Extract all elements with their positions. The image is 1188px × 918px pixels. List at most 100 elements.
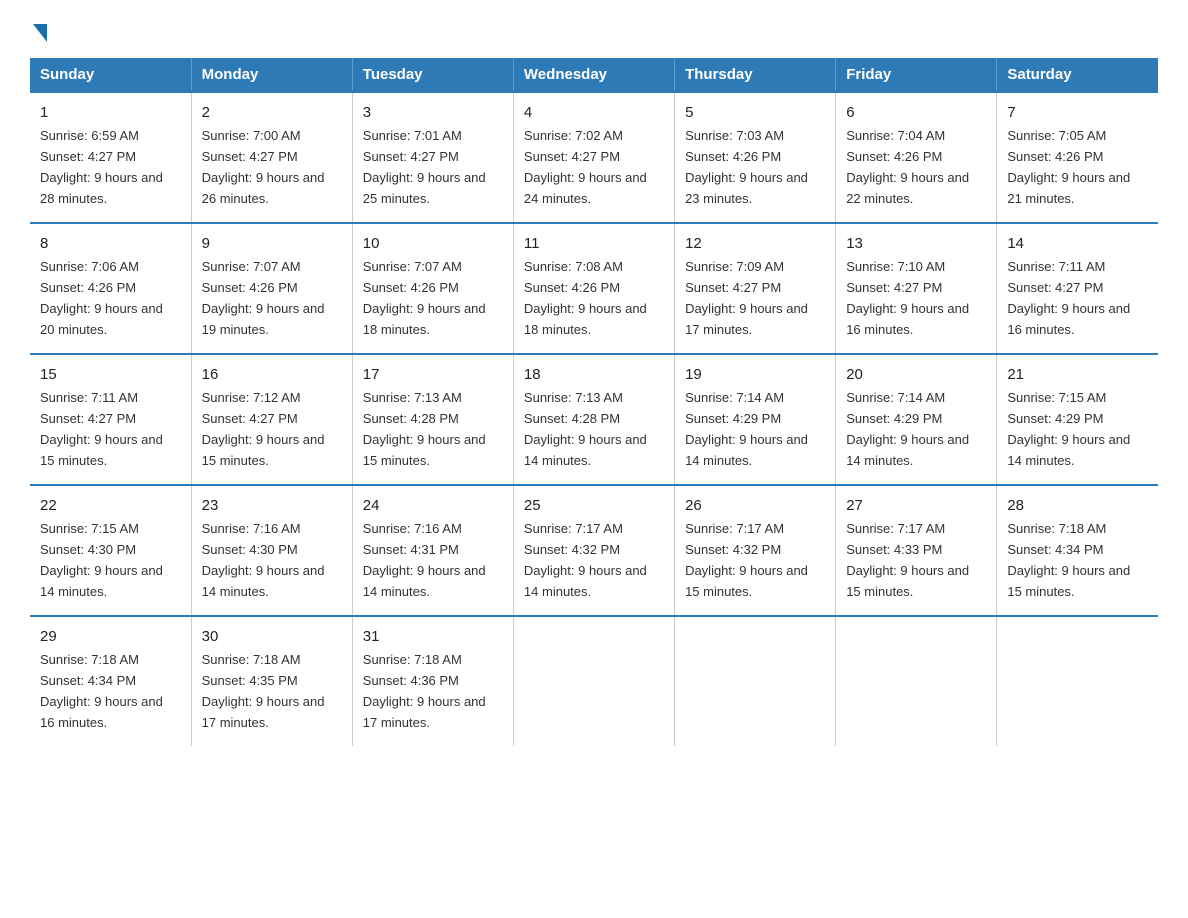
day-daylight: Daylight: 9 hours and 18 minutes. [524,301,647,337]
day-daylight: Daylight: 9 hours and 14 minutes. [846,432,969,468]
day-number: 22 [40,494,181,517]
calendar-cell: 10Sunrise: 7:07 AMSunset: 4:26 PMDayligh… [352,223,513,354]
day-sunset: Sunset: 4:29 PM [685,411,781,426]
calendar-week-row: 1 Sunrise: 6:59 AM Sunset: 4:27 PM Daylight… [30,92,1158,223]
calendar-cell: 29Sunrise: 7:18 AMSunset: 4:34 PMDayligh… [30,616,191,746]
day-sunrise: Sunrise: 7:16 AM [202,521,301,536]
day-sunrise: Sunrise: 7:07 AM [363,259,462,274]
day-number: 3 [363,101,503,124]
day-daylight: Daylight: 9 hours and 14 minutes. [524,432,647,468]
calendar-cell: 24Sunrise: 7:16 AMSunset: 4:31 PMDayligh… [352,485,513,616]
calendar-cell: 9Sunrise: 7:07 AMSunset: 4:26 PMDaylight… [191,223,352,354]
day-sunset: Sunset: 4:36 PM [363,673,459,688]
calendar-cell: 22Sunrise: 7:15 AMSunset: 4:30 PMDayligh… [30,485,191,616]
day-number: 2 [202,101,342,124]
day-daylight: Daylight: 9 hours and 14 minutes. [363,563,486,599]
calendar-cell: 8Sunrise: 7:06 AMSunset: 4:26 PMDaylight… [30,223,191,354]
day-daylight: Daylight: 9 hours and 17 minutes. [363,694,486,730]
calendar-cell: 31Sunrise: 7:18 AMSunset: 4:36 PMDayligh… [352,616,513,746]
day-sunrise: Sunrise: 7:01 AM [363,128,462,143]
calendar-cell: 15Sunrise: 7:11 AMSunset: 4:27 PMDayligh… [30,354,191,485]
day-sunset: Sunset: 4:33 PM [846,542,942,557]
day-number: 1 [40,101,181,124]
day-number: 23 [202,494,342,517]
day-sunrise: Sunrise: 7:15 AM [40,521,139,536]
column-header-wednesday: Wednesday [513,58,674,92]
day-daylight: Daylight: 9 hours and 21 minutes. [1007,170,1130,206]
day-sunset: Sunset: 4:27 PM [846,280,942,295]
day-daylight: Daylight: 9 hours and 19 minutes. [202,301,325,337]
day-sunrise: Sunrise: 7:13 AM [524,390,623,405]
day-sunset: Sunset: 4:26 PM [524,280,620,295]
day-sunrise: Sunrise: 7:02 AM [524,128,623,143]
day-daylight: Daylight: 9 hours and 22 minutes. [846,170,969,206]
day-daylight: Daylight: 9 hours and 16 minutes. [846,301,969,337]
day-sunset: Sunset: 4:26 PM [40,280,136,295]
day-number: 15 [40,363,181,386]
calendar-week-row: 29Sunrise: 7:18 AMSunset: 4:34 PMDayligh… [30,616,1158,746]
calendar-week-row: 8Sunrise: 7:06 AMSunset: 4:26 PMDaylight… [30,223,1158,354]
day-daylight: Daylight: 9 hours and 15 minutes. [40,432,163,468]
calendar-cell: 27Sunrise: 7:17 AMSunset: 4:33 PMDayligh… [836,485,997,616]
day-sunset: Sunset: 4:27 PM [202,411,298,426]
day-number: 11 [524,232,664,255]
calendar-cell: 7Sunrise: 7:05 AMSunset: 4:26 PMDaylight… [997,92,1158,223]
day-daylight: Daylight: 9 hours and 24 minutes. [524,170,647,206]
calendar-header-row: SundayMondayTuesdayWednesdayThursdayFrid… [30,58,1158,92]
day-sunrise: Sunrise: 7:18 AM [1007,521,1106,536]
day-sunset: Sunset: 4:26 PM [685,149,781,164]
day-sunrise: Sunrise: 7:16 AM [363,521,462,536]
day-number: 27 [846,494,986,517]
day-sunset: Sunset: 4:26 PM [1007,149,1103,164]
calendar-table: SundayMondayTuesdayWednesdayThursdayFrid… [30,58,1158,746]
calendar-week-row: 22 Sunrise: 7:15 AM Sunset: 4:30 PM Dayligh… [30,485,1158,616]
day-sunrise: Sunrise: 7:08 AM [524,259,623,274]
calendar-cell [513,616,674,746]
day-number: 17 [363,363,503,386]
day-sunset: Sunset: 4:27 PM [1007,280,1103,295]
day-daylight: Daylight: 9 hours and 17 minutes. [685,301,808,337]
day-number: 29 [40,625,181,648]
day-sunset: Sunset: 4:26 PM [846,149,942,164]
day-sunrise: Sunrise: 7:17 AM [846,521,945,536]
day-sunset: Sunset: 4:35 PM [202,673,298,688]
day-number: 10 [363,232,503,255]
day-daylight: Daylight: 9 hours and 18 minutes. [363,301,486,337]
day-number: 16 [202,363,342,386]
day-daylight: Daylight: 9 hours and 16 minutes. [1007,301,1130,337]
column-header-friday: Friday [836,58,997,92]
day-number: 31 [363,625,503,648]
day-number: 28 [1007,494,1148,517]
day-number: 20 [846,363,986,386]
day-sunrise: Sunrise: 6:59 AM [40,128,139,143]
day-sunrise: Sunrise: 7:18 AM [40,652,139,667]
day-sunset: Sunset: 4:29 PM [846,411,942,426]
day-sunset: Sunset: 4:28 PM [524,411,620,426]
day-sunrise: Sunrise: 7:03 AM [685,128,784,143]
column-header-thursday: Thursday [675,58,836,92]
calendar-cell: 26Sunrise: 7:17 AMSunset: 4:32 PMDayligh… [675,485,836,616]
column-header-tuesday: Tuesday [352,58,513,92]
calendar-cell [836,616,997,746]
column-header-saturday: Saturday [997,58,1158,92]
day-sunset: Sunset: 4:28 PM [363,411,459,426]
day-number: 13 [846,232,986,255]
day-sunset: Sunset: 4:30 PM [202,542,298,557]
day-sunset: Sunset: 4:29 PM [1007,411,1103,426]
day-daylight: Daylight: 9 hours and 26 minutes. [202,170,325,206]
day-sunset: Sunset: 4:26 PM [202,280,298,295]
day-sunrise: Sunrise: 7:14 AM [685,390,784,405]
day-number: 25 [524,494,664,517]
day-sunset: Sunset: 4:34 PM [1007,542,1103,557]
day-sunrise: Sunrise: 7:05 AM [1007,128,1106,143]
day-daylight: Daylight: 9 hours and 15 minutes. [363,432,486,468]
calendar-cell: 19Sunrise: 7:14 AMSunset: 4:29 PMDayligh… [675,354,836,485]
day-daylight: Daylight: 9 hours and 14 minutes. [685,432,808,468]
day-number: 5 [685,101,825,124]
day-number: 18 [524,363,664,386]
calendar-cell: 21Sunrise: 7:15 AMSunset: 4:29 PMDayligh… [997,354,1158,485]
day-sunset: Sunset: 4:32 PM [685,542,781,557]
day-daylight: Daylight: 9 hours and 15 minutes. [1007,563,1130,599]
calendar-cell: 11 Sunrise: 7:08 AM Sunset: 4:26 PM Dayligh… [513,223,674,354]
day-sunset: Sunset: 4:27 PM [363,149,459,164]
